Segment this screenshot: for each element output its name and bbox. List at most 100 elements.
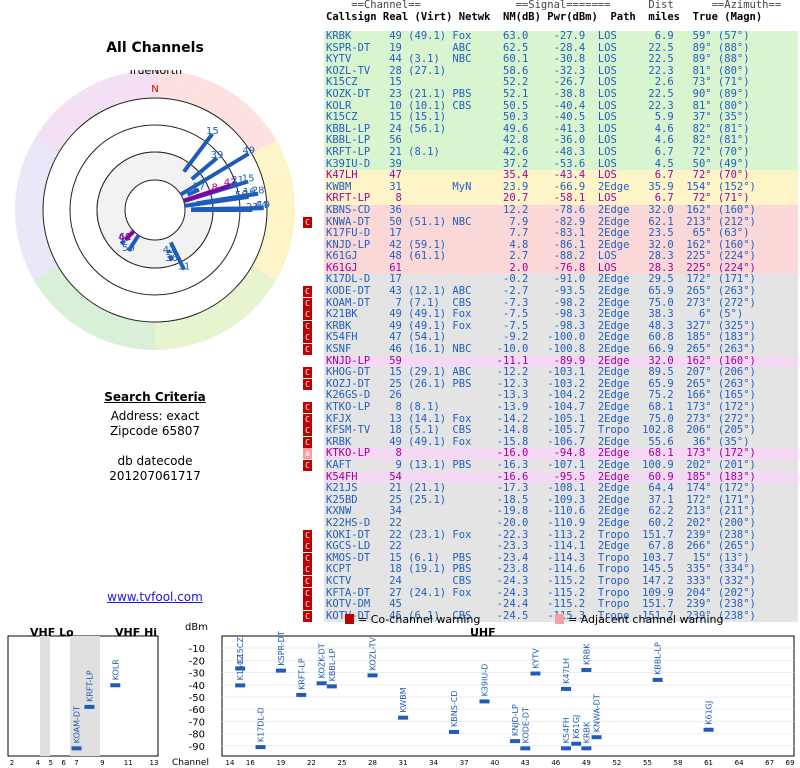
- station-marker: [479, 699, 490, 704]
- station-marker-label: KBNS-CD: [450, 691, 459, 727]
- cochannel-warning-icon: C: [303, 413, 312, 425]
- station-marker: [84, 704, 95, 709]
- x-tick-label: 7: [74, 759, 78, 767]
- cochannel-warning-icon: C: [303, 552, 312, 564]
- x-tick-label: 52: [612, 759, 621, 767]
- cochannel-legend: = Co-channel warning: [358, 613, 480, 626]
- station-marker-label: KSPR-DT: [277, 631, 286, 665]
- spoke-channel-label: 39: [211, 150, 224, 161]
- station-marker-label: K61GJ: [705, 701, 714, 725]
- x-tick-label: 2: [10, 759, 14, 767]
- search-criteria: Search Criteria Address: exact Zipcode 65…: [0, 390, 310, 484]
- table-row: K21JS 21 (21.1) -17.3 -108.1 2Edge 64.4 …: [300, 483, 800, 495]
- x-tick-label: 49: [582, 759, 591, 767]
- cochannel-warning-icon: C: [303, 216, 312, 228]
- spectrum-chart: VHF Lo VHF Hi UHF dBm -10-20 -30-40-50-60-70 -…: [7, 613, 795, 768]
- station-marker-label: K17DL-D: [257, 707, 266, 742]
- station-marker: [398, 715, 409, 720]
- table-row: C KOTV-DM 45 -24.4 -115.2 Tropo 151.7 239…: [300, 598, 800, 611]
- station-marker-label: KNWA-DT: [593, 694, 602, 732]
- station-marker: [591, 735, 602, 740]
- y-tick-label: -10: [189, 644, 205, 655]
- table-row: C KODE-DT 43 (12.1) ABC -2.7 -93.5 2Edge …: [300, 285, 800, 298]
- range-ring: [124, 179, 186, 241]
- table-row: KRFT-LP 21 (8.1) 42.6 -48.3 LOS 6.7 72° …: [300, 145, 800, 159]
- table-header-groups: ==Channel== ==Signal======= Dist ==Azimu…: [326, 0, 782, 11]
- cochannel-warning-icon: C: [303, 320, 312, 332]
- station-marker: [510, 739, 521, 744]
- spoke-channel-label: 61: [119, 232, 132, 243]
- cochannel-warning-icon: C: [303, 587, 312, 599]
- table-row: KOZK-DT 23 (21.1) PBS 52.1 -38.8 LOS 22.…: [300, 88, 800, 101]
- adjacent-warning-icon: a: [303, 448, 312, 460]
- x-tick-label: 6: [61, 759, 66, 767]
- table-row: K22HS-D 22 -20.0 -110.9 2Edge 60.2 202° …: [300, 516, 800, 530]
- station-marker-label: KOAM-DT: [73, 706, 82, 743]
- table-header-columns: Callsign Real (Virt) Netwk NM(dB) Pwr(dB…: [326, 10, 763, 23]
- station-marker: [581, 746, 592, 751]
- x-tick-label: 5: [48, 759, 52, 767]
- row-text: KRBK 49 (49.1) Fox 63.0 -27.9 LOS 6.9 59…: [326, 30, 750, 42]
- row-text: KRFT-LP 21 (8.1) 42.6 -48.3 LOS 6.7 72° …: [326, 145, 750, 158]
- cochannel-warning-icon: C: [303, 529, 312, 541]
- table-row: K17FU-D 17 7.7 -83.1 2Edge 23.5 65° (63°…: [300, 227, 800, 240]
- website-link[interactable]: www.tvfool.com: [0, 590, 310, 604]
- dbm-label: dBm: [185, 622, 208, 633]
- cochannel-warning-icon: C: [303, 344, 312, 356]
- uhf-label: UHF: [470, 626, 496, 639]
- table-row: KBNS-CD 36 12.2 -78.6 2Edge 32.0 162° (1…: [300, 204, 800, 217]
- y-tick-label: -40: [189, 681, 205, 692]
- x-tick-label: 40: [490, 759, 499, 767]
- criteria-line: Address: exact: [110, 409, 200, 423]
- y-tick-label: -30: [189, 669, 205, 680]
- row-text: K15CZ 15 (15.1) 50.3 -40.5 LOS 5.9 37° (…: [326, 111, 750, 124]
- station-table: KRBK 49 (49.1) Fox 63.0 -27.9 LOS 6.9 59…: [300, 30, 800, 623]
- cochannel-warning-icon: C: [303, 402, 312, 413]
- station-marker-label: KODE-DT: [521, 707, 530, 743]
- x-tick-label: 11: [124, 759, 133, 767]
- spoke-channel-label: 50: [122, 243, 135, 254]
- station-marker: [561, 746, 571, 751]
- cochannel-warning-icon: C: [303, 425, 312, 437]
- cochannel-warning-icon: C: [303, 309, 312, 321]
- station-marker: [255, 745, 266, 750]
- station-marker-label: KRBK: [582, 643, 591, 665]
- x-tick-label: 22: [307, 759, 316, 767]
- station-marker: [449, 729, 459, 734]
- station-marker: [326, 684, 337, 689]
- station-marker: [520, 746, 531, 751]
- y-tick-label: -90: [189, 742, 205, 753]
- station-marker: [581, 667, 592, 672]
- criteria-line: db datecode: [117, 454, 193, 468]
- station-marker-label: KNJD-LP: [511, 704, 520, 736]
- row-text: K22HS-D 22 -20.0 -110.9 2Edge 60.2 202° …: [326, 516, 756, 529]
- north-marker: N: [151, 84, 158, 95]
- x-tick-label: 55: [643, 759, 652, 767]
- cochannel-warning-icon: C: [303, 436, 312, 448]
- cochannel-warning-icon: C: [303, 599, 312, 611]
- spoke-channel-label: 47: [224, 178, 237, 189]
- row-text: KSNF 46 (16.1) NBC -10.0 -100.8 2Edge 66…: [326, 343, 756, 356]
- spoke-channel-label: 31: [178, 262, 191, 273]
- row-text: KAFT 9 (13.1) PBS -16.3 -107.1 2Edge 100…: [326, 458, 756, 471]
- station-marker: [367, 673, 378, 678]
- x-tick-label: 13: [150, 759, 159, 767]
- x-tick-label: 19: [276, 759, 285, 767]
- x-tick-label: 14: [226, 759, 235, 767]
- station-marker: [571, 741, 582, 746]
- x-tick-label: 31: [399, 759, 408, 767]
- x-tick-label: 58: [674, 759, 683, 767]
- station-marker: [652, 677, 663, 682]
- row-text: KCTV 24 CBS -24.3 -115.2 Tropo 147.2 333…: [326, 574, 756, 587]
- row-text: K21JS 21 (21.1) -17.3 -108.1 2Edge 64.4 …: [326, 482, 756, 495]
- cochannel-warning-icon: C: [303, 541, 312, 553]
- x-tick-label: 46: [551, 759, 560, 767]
- station-marker-label: KOZL-TV: [369, 636, 378, 670]
- station-marker-label: K15CZ: [236, 653, 245, 680]
- spoke-channel-label: 49: [242, 146, 255, 157]
- x-tick-label: 61: [704, 759, 713, 767]
- station-marker-label: KBBL-LP: [328, 648, 337, 681]
- station-marker: [703, 727, 714, 732]
- spoke-channel-label: 15: [206, 126, 219, 137]
- station-marker: [530, 671, 541, 676]
